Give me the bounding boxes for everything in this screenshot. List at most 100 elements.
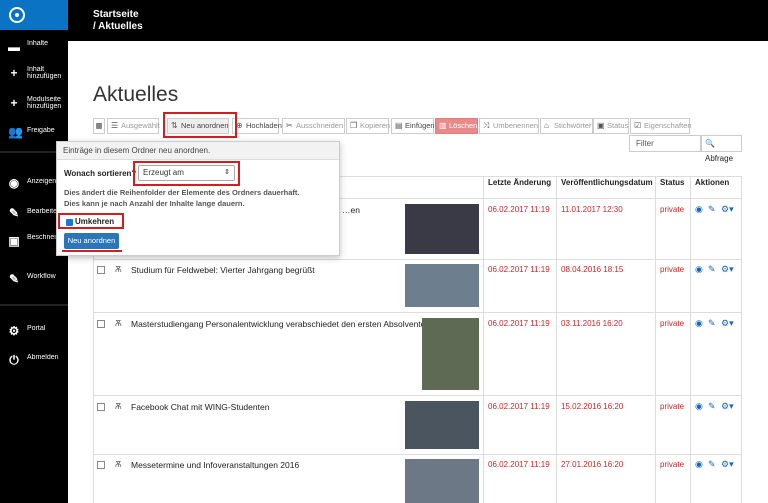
- breadcrumb-current[interactable]: / Aktuelles: [93, 21, 143, 33]
- pencil-icon[interactable]: ✎: [708, 401, 716, 412]
- breadcrumb-home[interactable]: Startseite: [93, 9, 143, 21]
- row-thumbnail: [405, 401, 479, 449]
- news-icon: Ѫ: [115, 265, 122, 274]
- gear-dropdown-icon[interactable]: ⚙▾: [721, 318, 734, 329]
- properties-button[interactable]: ☑ Eigenschaften: [630, 118, 692, 134]
- sidebar-item-add-module[interactable]: + Modulseite hinzufügen: [0, 92, 68, 116]
- copy-icon: ❐: [350, 121, 358, 130]
- table-border: [93, 259, 742, 260]
- popover-header: Einträge in diesem Ordner neu anordnen.: [57, 142, 339, 160]
- sidebar-item-logout[interactable]: ⏻ Abmelden: [0, 349, 68, 373]
- sidebar-item-workflow[interactable]: ✎ Workflow: [0, 268, 68, 292]
- reorder-popover: Einträge in diesem Ordner neu anordnen. …: [56, 141, 340, 256]
- top-bar: [68, 0, 768, 41]
- grid-icon: ▦: [95, 121, 103, 130]
- pencil-icon[interactable]: ✎: [708, 318, 716, 329]
- logo[interactable]: [0, 0, 68, 30]
- view-icon[interactable]: ◉: [695, 204, 703, 215]
- news-icon: Ѫ: [115, 402, 122, 411]
- logout-icon: ⏻: [9, 353, 19, 367]
- sidebar-item-portal[interactable]: ⚙ Portal: [0, 320, 68, 344]
- row-thumbnail: [405, 459, 479, 503]
- image-icon: ▣: [8, 234, 20, 248]
- row-title[interactable]: Masterstudiengang Personalentwicklung ve…: [131, 319, 430, 329]
- row-thumbnail: [405, 264, 479, 307]
- lock-icon: ▣: [597, 121, 605, 130]
- table-border: [93, 454, 742, 455]
- view-icon[interactable]: ◉: [695, 401, 703, 412]
- paste-button[interactable]: ▤ Einfügen: [391, 118, 435, 134]
- plus-icon: +: [10, 66, 18, 80]
- row-checkbox[interactable]: [97, 266, 105, 274]
- column-divider: [556, 176, 557, 503]
- reorder-submit-button[interactable]: Neu anordnen: [64, 233, 119, 249]
- status-button[interactable]: ▣ Status: [593, 118, 629, 134]
- row-checkbox[interactable]: [97, 320, 105, 328]
- gear-dropdown-icon[interactable]: ⚙▾: [721, 401, 734, 412]
- news-icon: Ѫ: [115, 319, 122, 328]
- pencil-icon: ✎: [8, 206, 20, 220]
- breadcrumb: Startseite / Aktuelles: [93, 9, 143, 33]
- selected-button[interactable]: ☰ Ausgewählt: [107, 118, 160, 134]
- table-border: [93, 312, 742, 313]
- plone-logo-icon: [9, 7, 25, 23]
- upload-button[interactable]: ⊕ Hochladen: [232, 118, 282, 134]
- highlight-submit: [62, 250, 122, 252]
- column-divider: [690, 176, 691, 503]
- table-border: [93, 395, 742, 396]
- row-thumbnail: [422, 318, 479, 390]
- gear-dropdown-icon[interactable]: ⚙▾: [721, 459, 734, 470]
- row-title[interactable]: Facebook Chat mit WING-Studenten: [131, 402, 269, 412]
- pencil-icon[interactable]: ✎: [708, 459, 716, 470]
- header-status[interactable]: Status: [660, 178, 684, 187]
- view-icon[interactable]: ◉: [695, 264, 703, 275]
- sidebar-item-contents[interactable]: ▬ Inhalte: [0, 36, 68, 60]
- row-title[interactable]: …en: [342, 205, 360, 215]
- row-thumbnail: [405, 204, 479, 254]
- tag-icon: ⌂: [544, 121, 549, 130]
- folder-icon: ▬: [8, 40, 20, 54]
- checkbox-icon: ☑: [634, 121, 642, 130]
- row-title[interactable]: Messetermine und Infoveranstaltungen 201…: [131, 460, 299, 470]
- rename-button[interactable]: ⤨ Umbenennen: [479, 118, 539, 134]
- trash-icon: ▥: [439, 121, 447, 130]
- highlight-reverse: [58, 213, 124, 229]
- eye-icon: ◉: [8, 176, 20, 190]
- highlight-reorder: [163, 112, 237, 138]
- column-divider: [483, 176, 484, 503]
- view-icon[interactable]: ◉: [695, 318, 703, 329]
- header-published[interactable]: Veröffentlichungsdatum: [561, 178, 653, 187]
- view-icon[interactable]: ◉: [695, 459, 703, 470]
- delete-button[interactable]: ▥ Löschen: [435, 118, 478, 134]
- gear-dropdown-icon[interactable]: ⚙▾: [721, 204, 734, 215]
- filter-input[interactable]: Filter: [629, 135, 701, 152]
- pencil-icon[interactable]: ✎: [708, 204, 716, 215]
- users-icon: 👥: [8, 125, 23, 139]
- sidebar-item-add-content[interactable]: + Inhalt hinzufügen: [0, 62, 68, 86]
- shuffle-icon: ⤨: [483, 121, 490, 130]
- plus-icon: +: [10, 96, 18, 110]
- column-divider: [655, 176, 656, 503]
- paste-icon: ▤: [395, 121, 403, 130]
- sort-label: Wonach sortieren?: [64, 169, 137, 178]
- pencil-icon[interactable]: ✎: [708, 264, 716, 275]
- header-modified[interactable]: Letzte Änderung: [488, 178, 551, 187]
- upload-icon: ⊕: [236, 121, 243, 130]
- row-checkbox[interactable]: [97, 461, 105, 469]
- popover-description: Dies ändert die Reihenfolder der Element…: [64, 188, 300, 208]
- copy-button[interactable]: ❐ Kopieren: [346, 118, 390, 134]
- cut-button[interactable]: ✂ Ausschneiden: [282, 118, 345, 134]
- list-icon: ☰: [111, 121, 119, 130]
- gear-icon: ⚙: [8, 324, 20, 338]
- page-title: Aktuelles: [93, 83, 179, 106]
- tags-button[interactable]: ⌂ Stichwörter: [540, 118, 593, 134]
- gear-dropdown-icon[interactable]: ⚙▾: [721, 264, 734, 275]
- select-all-button[interactable]: ▦: [93, 118, 105, 134]
- row-title[interactable]: Studium für Feldwebel: Vierter Jahrgang …: [131, 265, 315, 275]
- query-button[interactable]: 🔍Abfrage: [701, 135, 742, 163]
- highlight-sort-select: [133, 161, 240, 186]
- pencil-icon: ✎: [8, 272, 20, 286]
- row-checkbox[interactable]: [97, 403, 105, 411]
- search-icon: 🔍: [705, 139, 715, 148]
- header-actions: Aktionen: [695, 178, 730, 187]
